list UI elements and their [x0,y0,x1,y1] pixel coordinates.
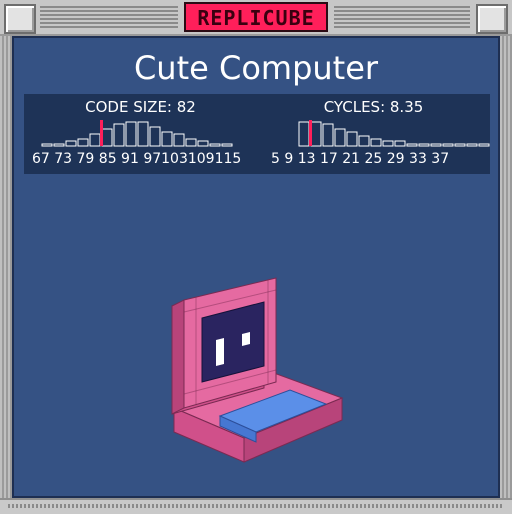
puzzle-title: Cute Computer [133,49,379,87]
title-bar-stripes-right [334,6,470,28]
histogram-bar [53,143,65,147]
cycles-tick-labels: 5 9 13 17 21 25 29 33 37 [271,151,450,167]
histogram-bar [149,126,161,147]
title-bar-stripes-left [40,6,178,28]
cycles-stat: CYCLES: 8.35 5 9 13 17 21 25 29 33 37 [257,94,490,174]
monitor-side [171,299,185,415]
histogram-bar [125,121,137,147]
histogram-bar [298,121,310,147]
histogram-bar [221,143,233,147]
histogram-bar [41,143,53,147]
histogram-bar [418,143,430,147]
replicube-window: REPLICUBE Cute Computer CODE SIZE: 82 67… [0,0,512,514]
histogram-bar [442,143,454,147]
histogram-bar [322,123,334,147]
histogram-bar [137,121,149,147]
voxel-computer-model [164,248,364,482]
stats-panel: CODE SIZE: 82 67 73 79 85 91 97103109115… [24,94,490,174]
histogram-bar [197,140,209,147]
code-size-label: CODE SIZE: 82 [85,98,196,116]
histogram-bar [173,133,185,147]
histogram-bar [406,143,418,147]
histogram-bar [310,121,322,147]
window-title: REPLICUBE [184,2,328,32]
code-size-tick-labels: 67 73 79 85 91 97103109115 [32,151,242,167]
histogram-bar [65,140,77,147]
puzzle-panel: Cute Computer CODE SIZE: 82 67 73 79 85 … [12,36,500,498]
histogram-bar [209,143,221,147]
histogram-bar [346,131,358,147]
histogram-bar [77,138,89,147]
histogram-bar [89,133,101,147]
histogram-bar [466,143,478,147]
window-frame-right [500,36,512,500]
histogram-bar [358,135,370,147]
window-frame-left [0,36,12,500]
maximize-button[interactable] [476,4,508,34]
histogram-bar [113,123,125,147]
histogram-bar [185,138,197,147]
left-eye [216,338,224,366]
title-bar: REPLICUBE [0,0,512,36]
voxel-computer-image [171,277,344,463]
close-button[interactable] [4,4,36,34]
histogram-bar [478,143,490,147]
histogram-bar [334,128,346,147]
right-eye [242,332,250,346]
current-score-marker [309,120,312,146]
code-size-histogram [24,118,257,148]
histogram-bar [382,140,394,147]
histogram-bar [161,131,173,147]
current-score-marker [100,120,103,146]
histogram-bar [101,128,113,147]
histogram-bar [430,143,442,147]
cycles-histogram [257,118,490,148]
histogram-bar [370,138,382,147]
cycles-label: CYCLES: 8.35 [323,98,424,116]
histogram-bar [394,140,406,147]
code-size-stat: CODE SIZE: 82 67 73 79 85 91 97103109115 [24,94,257,174]
histogram-bar [454,143,466,147]
